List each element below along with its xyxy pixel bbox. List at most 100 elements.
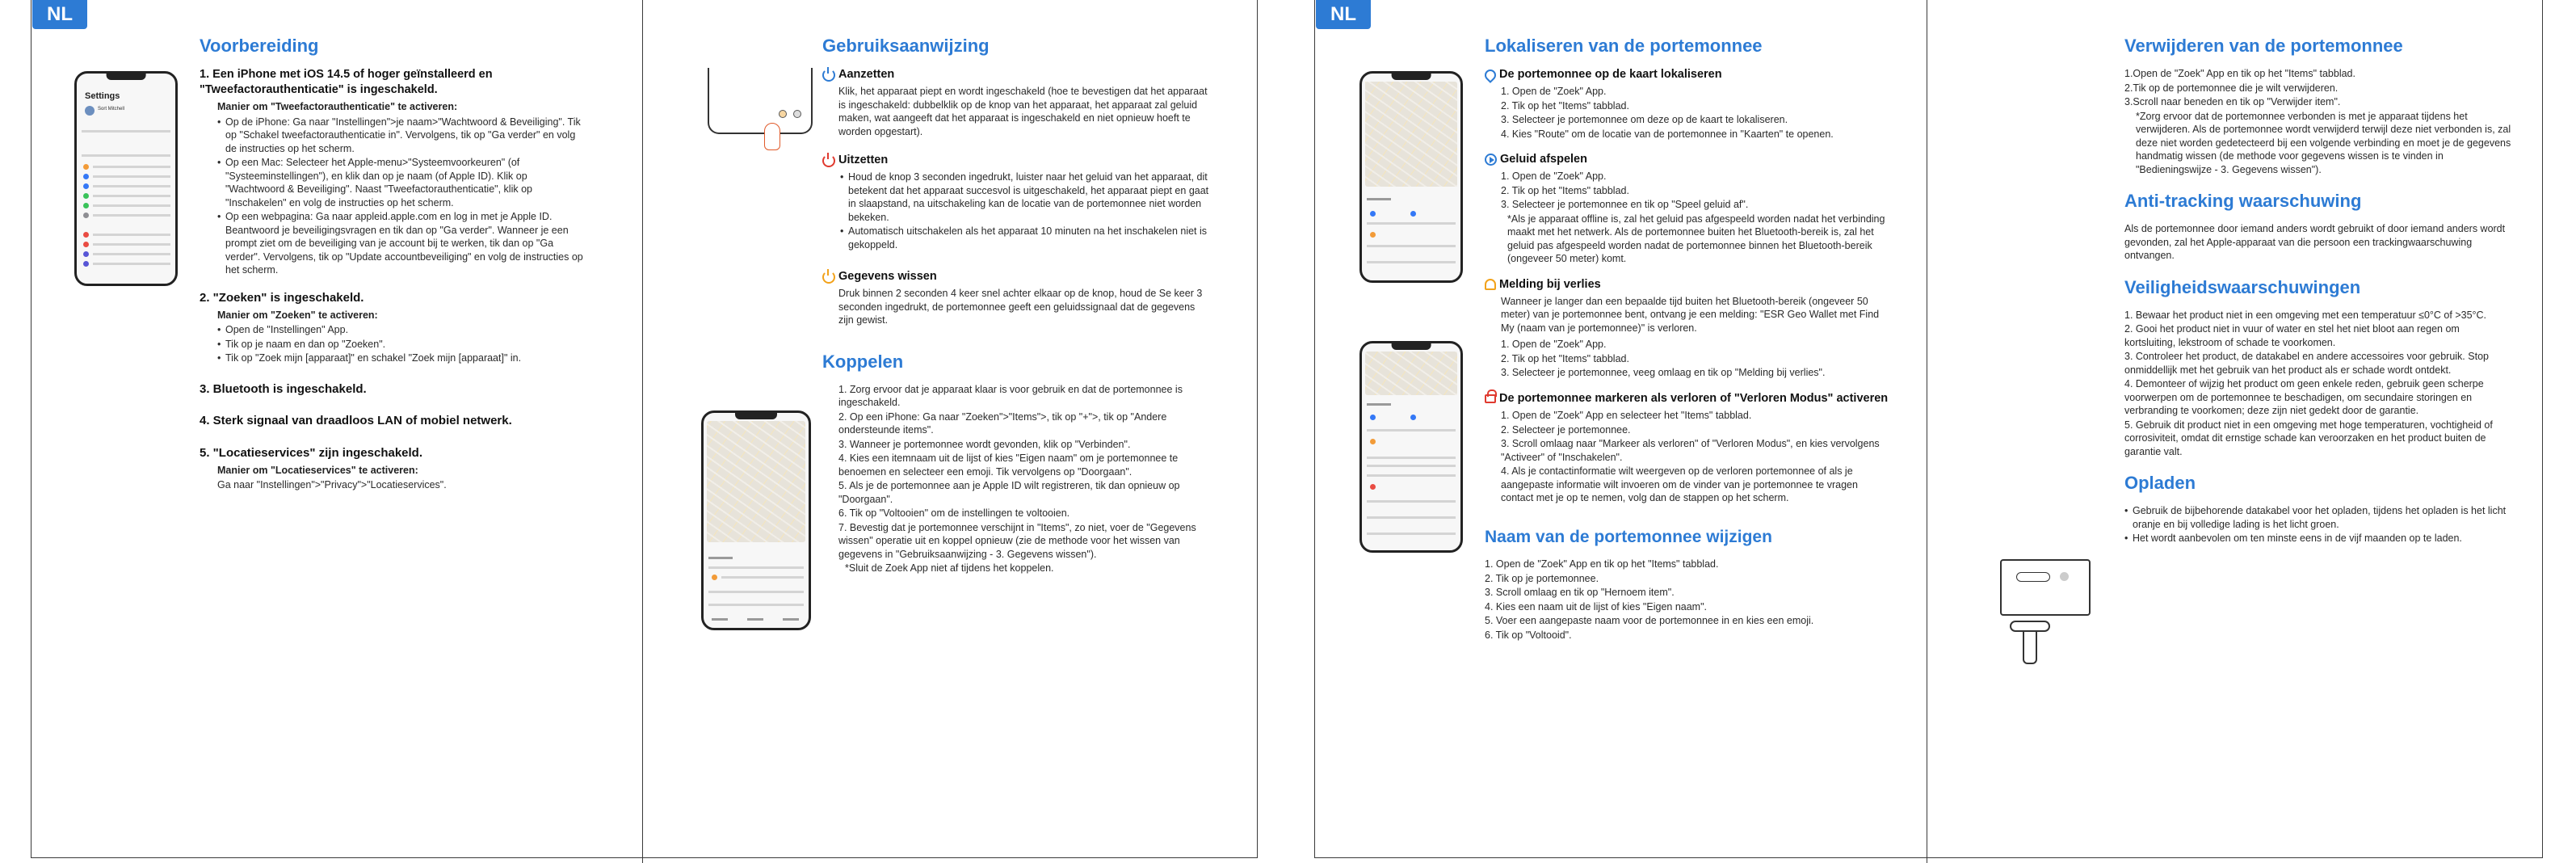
list-item: 2. Tik op het "Items" tabblad.: [1501, 184, 1629, 196]
cable: [2023, 632, 2037, 664]
step-5-subtitle: Manier om "Locatieservices" te activeren…: [217, 464, 418, 476]
column-divider: [642, 0, 643, 863]
heading-veiligheid: Veiligheidswaarschuwingen: [2124, 276, 2361, 297]
paragraph-aanzetten: Klik, het apparaat piept en wordt ingesc…: [838, 86, 1208, 137]
list-item: 3. Scroll omlaag en tik op "Hernoem item…: [1485, 587, 1675, 599]
note-geluid: *Als je apparaat offline is, zal het gel…: [1507, 213, 1885, 265]
page-title-lokaliseren: Lokaliseren van de portemonnee: [1485, 36, 1763, 56]
heading-naam-wijzigen: Naam van de portemonnee wijzigen: [1485, 527, 1772, 546]
list-item: 3. Selecteer je portemonnee om deze op d…: [1501, 114, 1788, 126]
list-item: 1. Open de "Zoek" App.: [1501, 170, 1607, 183]
heading-uitzetten: Uitzetten: [838, 154, 889, 167]
language-badge: NL: [1316, 0, 1371, 29]
list-item: 1.Open de "Zoek" App en tik op het "Item…: [2124, 68, 2355, 80]
bell-icon: [1485, 279, 1496, 291]
page-title-gebruiksaanwijzing: Gebruiksaanwijzing: [822, 36, 990, 56]
list-item: 4. Kies "Route" om de locatie van de por…: [1501, 128, 1834, 140]
section-gebruiksaanwijzing: Gebruiksaanwijzing Aanzetten Klik, het a…: [822, 34, 1210, 575]
list-item: 6. Tik op "Voltooien" om de instellingen…: [838, 507, 1070, 520]
heading-geluid-afspelen: Geluid afspelen: [1500, 153, 1587, 166]
list-item: 2. Selecteer je portemonnee.: [1501, 423, 1631, 436]
step-4-title: 4. Sterk signaal van draadloos LAN of mo…: [200, 414, 512, 428]
list-item: 4. Demonteer of wijzig het product om ge…: [2124, 378, 2484, 417]
heading-melding-verlies: Melding bij verlies: [1499, 277, 1601, 291]
reset-icon: [822, 268, 835, 284]
note-koppelen: *Sluit de Zoek App niet af tijdens het k…: [845, 562, 1054, 575]
list-item: Op een Mac: Selecteer het Apple-menu>"Sy…: [217, 156, 587, 209]
heading-kaart-lokaliseren: De portemonnee op de kaart lokaliseren: [1499, 68, 1722, 82]
list-item: 2. Tik op het "Items" tabblad.: [1501, 352, 1629, 364]
page-title-verwijderen: Verwijderen van de portemonnee: [2124, 36, 2403, 56]
heading-verloren-modus: De portemonnee markeren als verloren of …: [1499, 391, 1889, 405]
list-item: 1. Bewaar het product niet in een omgevi…: [2124, 309, 2487, 321]
section-lokaliseren: Lokaliseren van de portemonnee De portem…: [1482, 34, 1889, 642]
list-item: 2. Op een iPhone: Ga naar "Zoeken">"Item…: [838, 410, 1167, 436]
heading-aanzetten: Aanzetten: [838, 68, 895, 82]
list-item: 4. Als je contactinformatie wilt weergev…: [1501, 465, 1858, 504]
avatar: [85, 106, 95, 116]
list-item: Tik op "Zoek mijn [apparaat]" en schakel…: [217, 352, 587, 365]
list-item: Automatisch uitschakelen als het apparaa…: [840, 225, 1210, 251]
list-item: 3. Controleer het product, de datakabel …: [2124, 351, 2489, 376]
section-voorbereiding: Voorbereiding 1. Een iPhone met iOS 14.5…: [200, 34, 587, 492]
list-item: Houd de knop 3 seconden ingedrukt, luist…: [840, 170, 1210, 224]
phone-settings-title: Settings: [85, 91, 120, 101]
phone-findmy-illustration: [701, 410, 811, 630]
list-item: 2. Tik op het "Items" tabblad.: [1501, 99, 1629, 112]
step-1-title: 1. Een iPhone met iOS 14.5 of hoger geïn…: [200, 68, 493, 97]
list-item: 1. Open de "Zoek" App en selecteer het "…: [1501, 410, 1752, 422]
list-item: 2. Gooi het product niet in vuur of wate…: [2124, 323, 2460, 348]
list-item: 4. Kies een itemnaam uit de lijst of kie…: [838, 453, 1179, 478]
list-item: 5. Gebruik dit product niet in een omgev…: [2124, 419, 2493, 457]
lock-icon: [1485, 389, 1497, 403]
list-item: 2.Tik op de portemonnee die je wilt verw…: [2124, 82, 2339, 94]
list-item: Het wordt aanbevolen om ten minste eens …: [2124, 532, 2512, 545]
language-badge: NL: [32, 0, 87, 29]
phone-item-detail-illustration: [1359, 341, 1463, 553]
step-5-title: 5. "Locatieservices" zijn ingeschakeld.: [200, 446, 423, 461]
step-5-text: Ga naar "Instellingen">"Privacy">"Locati…: [217, 479, 447, 491]
note-verwijderen: *Zorg ervoor dat de portemonnee verbonde…: [2136, 110, 2511, 175]
hand-press-icon: [764, 123, 780, 150]
list-item: 1. Open de "Zoek" App.: [1501, 86, 1607, 98]
heading-anti-tracking: Anti-tracking waarschuwing: [2124, 191, 2362, 212]
list-item: 1. Zorg ervoor dat je apparaat klaar is …: [838, 383, 1183, 409]
play-sound-icon: [1485, 154, 1497, 166]
list-item: Op een webpagina: Ga naar appleid.apple.…: [217, 210, 587, 277]
paragraph-gegevens-wissen: Druk binnen 2 seconden 4 keer snel achte…: [838, 288, 1203, 326]
heading-gegevens-wissen: Gegevens wissen: [838, 270, 937, 284]
page-title-voorbereiding: Voorbereiding: [200, 36, 319, 56]
list-item: 4. Kies een naam uit de lijst of kies "E…: [1485, 600, 1707, 613]
list-item: 2. Tik op je portemonnee.: [1485, 572, 1599, 584]
phone-map-illustration: [1359, 71, 1463, 283]
heading-koppelen: Koppelen: [822, 351, 904, 372]
list-item: 3. Selecteer je portemonnee, veeg omlaag…: [1501, 367, 1826, 379]
list-item: 5. Als je de portemonnee aan je Apple ID…: [838, 480, 1180, 505]
list-item: Tik op je naam en dan op "Zoeken".: [217, 338, 587, 352]
phone-user-name: Sort Mitchell: [98, 107, 125, 112]
cable-plug: [2010, 621, 2050, 632]
list-item: Open de "Instellingen" App.: [217, 323, 587, 337]
step-2-title: 2. "Zoeken" is ingeschakeld.: [200, 290, 364, 305]
list-item: 3. Selecteer je portemonnee en tik op "S…: [1501, 199, 1749, 211]
section-verwijderen: Verwijderen van de portemonnee 1.Open de…: [2124, 34, 2512, 546]
heading-opladen: Opladen: [2124, 473, 2196, 494]
list-item: Op de iPhone: Ga naar "Instellingen">je …: [217, 116, 587, 156]
list-item: 7. Bevestig dat je portemonnee verschijn…: [838, 521, 1196, 560]
list-item: 1. Open de "Zoek" App.: [1501, 339, 1607, 351]
charging-led: [2060, 572, 2069, 581]
step-1-subtitle: Manier om "Tweefactorauthenticatie" te a…: [217, 101, 458, 113]
charging-port: [2016, 572, 2050, 582]
list-item: 5. Voer een aangepaste naam voor de port…: [1485, 615, 1814, 627]
list-item: 1. Open de "Zoek" App en tik op het "Ite…: [1485, 558, 1719, 570]
list-item: 3. Wanneer je portemonnee wordt gevonden…: [838, 438, 1131, 450]
list-item: 6. Tik op "Voltooid".: [1485, 629, 1572, 641]
list-item: 3. Scroll omlaag naar "Markeer als verlo…: [1501, 438, 1880, 463]
charger-illustration: [2000, 559, 2091, 616]
power-icon: [822, 66, 835, 82]
device-button-illustration: [708, 68, 813, 134]
list-item: 3.Scroll naar beneden en tik op "Verwijd…: [2124, 96, 2341, 108]
paragraph-melding: Wanneer je langer dan een bepaalde tijd …: [1501, 295, 1880, 334]
paragraph-anti-tracking: Als de portemonnee door iemand anders wo…: [2124, 223, 2506, 262]
step-2-subtitle: Manier om "Zoeken" te activeren:: [217, 309, 378, 321]
